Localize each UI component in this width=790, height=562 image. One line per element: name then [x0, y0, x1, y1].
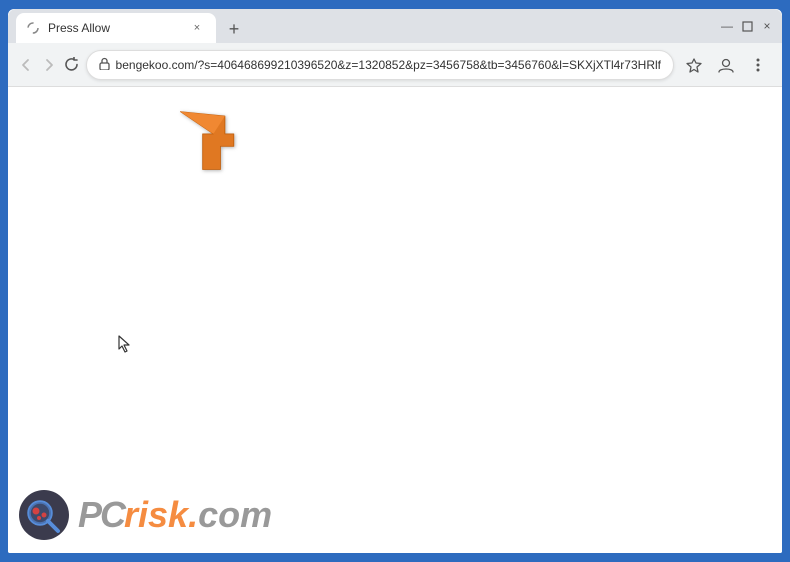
cursor	[118, 335, 132, 353]
url-text: bengekoo.com/?s=406468699210396520&z=132…	[116, 58, 661, 72]
address-bar-actions	[680, 51, 772, 79]
watermark-com: com	[198, 494, 272, 536]
watermark-pc: PC	[78, 494, 124, 536]
address-bar[interactable]: bengekoo.com/?s=406468699210396520&z=132…	[86, 50, 674, 80]
reload-button[interactable]	[63, 51, 80, 79]
bookmark-button[interactable]	[680, 51, 708, 79]
window-controls: — ×	[720, 19, 774, 33]
lock-icon	[99, 57, 110, 73]
title-bar: Press Allow × + — ×	[8, 9, 782, 43]
active-tab[interactable]: Press Allow ×	[16, 13, 216, 43]
arrow-container	[176, 105, 256, 190]
direction-arrow	[176, 105, 256, 185]
tab-title: Press Allow	[48, 21, 180, 35]
address-bar-row: bengekoo.com/?s=406468699210396520&z=132…	[8, 43, 782, 87]
back-button[interactable]	[18, 51, 35, 79]
new-tab-button[interactable]: +	[220, 15, 248, 43]
close-button[interactable]: ×	[760, 19, 774, 33]
watermark-dot: .	[188, 494, 198, 536]
tab-favicon	[26, 21, 40, 35]
watermark: PC risk . com	[18, 489, 272, 541]
profile-button[interactable]	[712, 51, 740, 79]
forward-button[interactable]	[41, 51, 58, 79]
browser-window: Press Allow × + — ×	[6, 7, 784, 555]
watermark-brand-text: PC risk . com	[78, 494, 272, 536]
page-content: PC risk . com	[8, 87, 782, 553]
minimize-button[interactable]: —	[720, 19, 734, 33]
maximize-button[interactable]	[740, 19, 754, 33]
tab-area: Press Allow × +	[16, 9, 720, 43]
pcrisk-logo	[18, 489, 70, 541]
menu-button[interactable]	[744, 51, 772, 79]
watermark-risk: risk	[124, 494, 188, 536]
tab-close-button[interactable]: ×	[188, 19, 206, 37]
